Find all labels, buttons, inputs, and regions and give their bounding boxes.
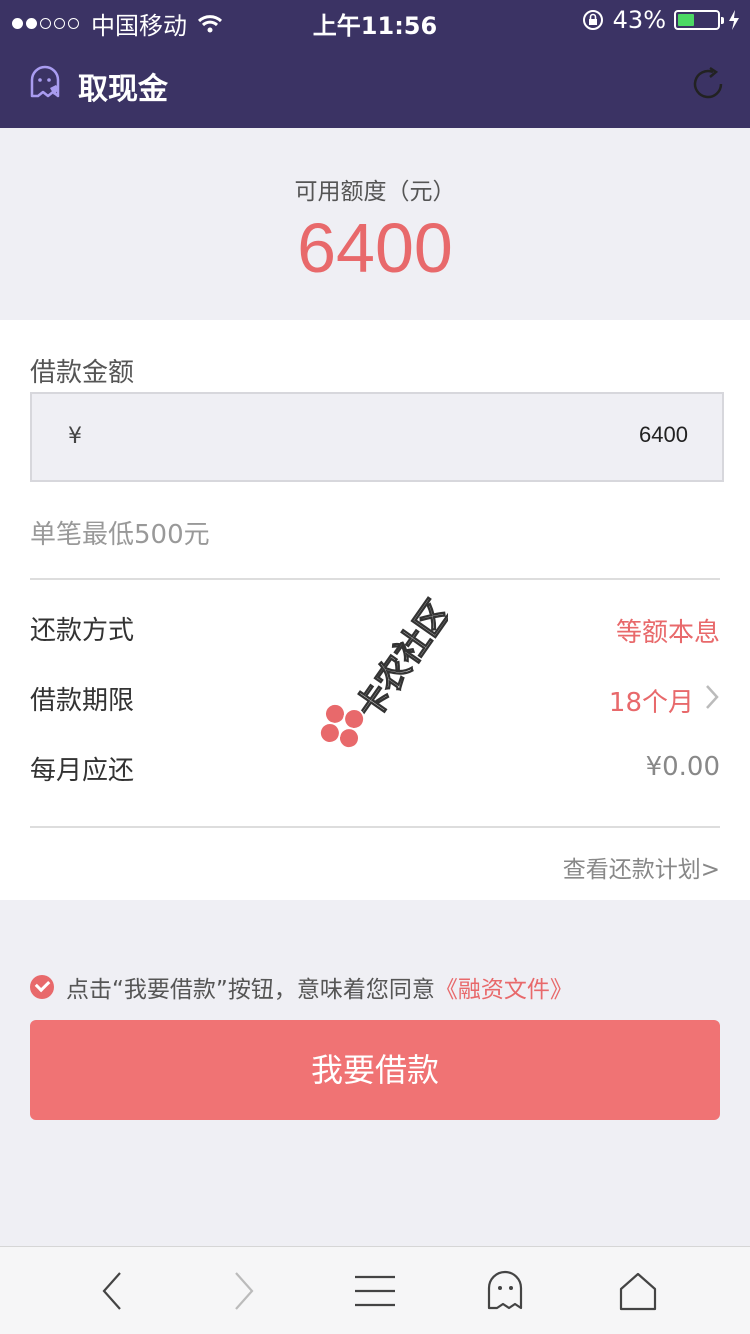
currency-symbol: ¥ bbox=[68, 424, 82, 449]
menu-button[interactable] bbox=[351, 1269, 399, 1313]
status-right: 43% bbox=[581, 6, 740, 34]
borrow-button[interactable]: 我要借款 bbox=[30, 1020, 720, 1120]
menu-icon bbox=[355, 1275, 395, 1307]
home-icon bbox=[619, 1272, 657, 1311]
chevron-right-icon bbox=[706, 685, 719, 709]
ghost-logo-icon bbox=[30, 65, 60, 98]
agreement-row[interactable]: 点击“我要借款”按钮，意味着您同意 《融资文件》 bbox=[30, 970, 573, 1004]
loan-amount-field[interactable]: ¥ bbox=[30, 392, 724, 482]
repay-method-value: 等额本息 bbox=[615, 618, 720, 648]
divider bbox=[30, 578, 720, 580]
quota-amount: 6400 bbox=[297, 209, 453, 287]
view-repayment-plan-link[interactable]: 查看还款计划> bbox=[563, 850, 720, 884]
repay-method-row[interactable]: 还款方式 等额本息 bbox=[30, 604, 720, 654]
back-button[interactable] bbox=[88, 1269, 136, 1313]
monthly-payment-row: 每月应还 ¥0.00 bbox=[30, 744, 720, 794]
battery-icon bbox=[674, 10, 724, 30]
divider bbox=[30, 826, 720, 828]
loan-term-value: 18个月 bbox=[608, 688, 694, 718]
loan-term-row[interactable]: 借款期限 18个月 bbox=[30, 674, 720, 724]
chevron-left-icon bbox=[102, 1272, 121, 1310]
agreement-checkbox[interactable] bbox=[30, 975, 54, 999]
rotation-lock-icon bbox=[582, 10, 603, 30]
monthly-payment-label: 每月应还 bbox=[30, 756, 135, 786]
available-quota: 可用额度（元） 6400 bbox=[0, 128, 750, 320]
monthly-payment-value: ¥0.00 bbox=[645, 752, 720, 782]
ghost-icon bbox=[487, 1270, 523, 1310]
loan-amount-input[interactable] bbox=[388, 422, 688, 448]
status-bar: 中国移动 上午11:56 43% bbox=[0, 0, 750, 40]
loan-panel: 借款金额 ¥ 单笔最低500元 还款方式 等额本息 借款期限 18个月 每月应还… bbox=[0, 320, 750, 900]
loan-term-label: 借款期限 bbox=[30, 686, 135, 716]
home-button[interactable] bbox=[614, 1269, 662, 1313]
financing-documents-link[interactable]: 《融资文件》 bbox=[435, 970, 573, 1004]
agreement-text: 点击“我要借款”按钮，意味着您同意 bbox=[66, 977, 435, 1003]
page-title: 取现金 bbox=[78, 72, 168, 107]
ghost-button[interactable] bbox=[482, 1269, 530, 1313]
forward-button[interactable] bbox=[220, 1269, 268, 1313]
quota-label: 可用额度（元） bbox=[294, 179, 456, 205]
loan-amount-label: 借款金额 bbox=[30, 358, 135, 388]
charging-icon bbox=[729, 10, 739, 30]
app-header: 取现金 bbox=[0, 40, 750, 128]
chevron-right-icon bbox=[235, 1272, 254, 1310]
refresh-icon[interactable] bbox=[688, 64, 728, 104]
battery-percent: 43% bbox=[612, 6, 666, 34]
bottom-toolbar bbox=[0, 1246, 750, 1334]
minimum-amount-note: 单笔最低500元 bbox=[30, 520, 210, 550]
repay-method-label: 还款方式 bbox=[30, 616, 135, 646]
